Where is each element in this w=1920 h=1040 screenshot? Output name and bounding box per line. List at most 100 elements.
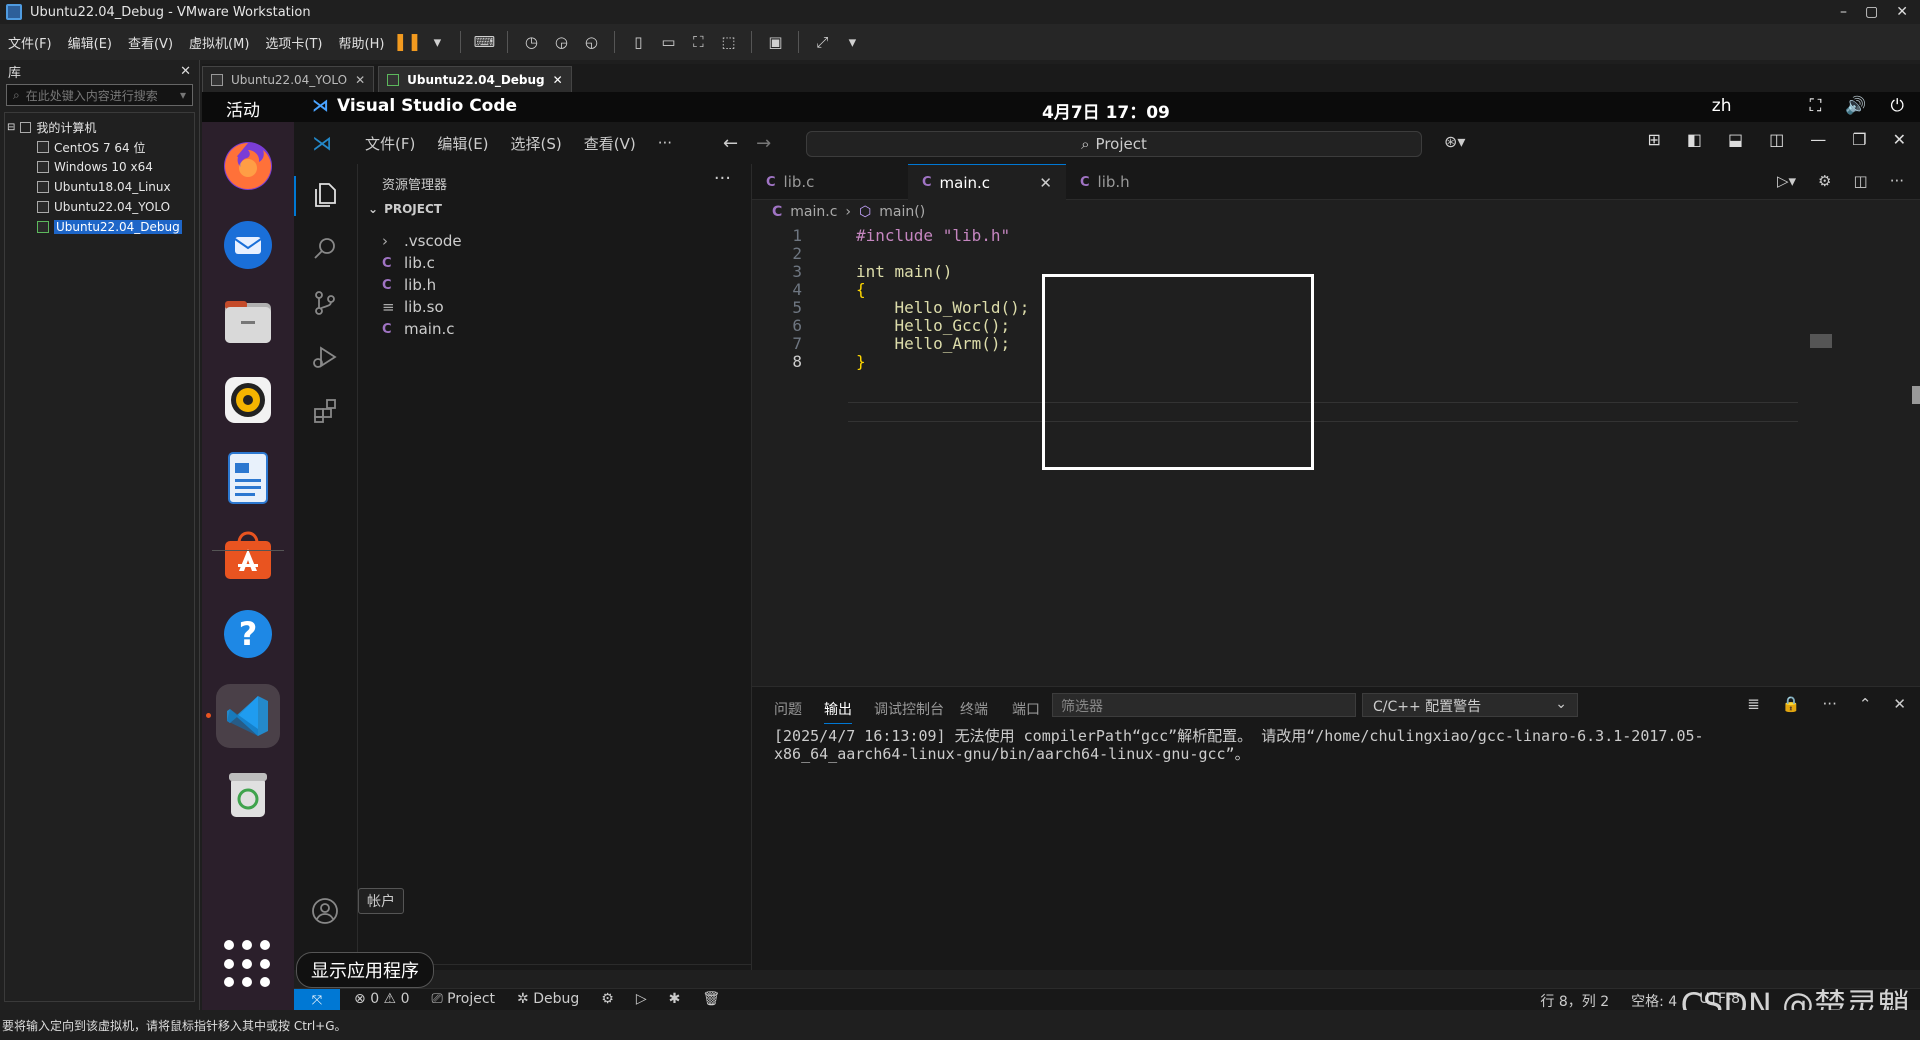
close-icon[interactable]: ✕ [1893,130,1906,149]
vm-tab[interactable]: Ubuntu22.04_YOLO ✕ [202,66,375,92]
close-panel-icon[interactable]: ✕ [1893,695,1906,713]
toggle-secondary-sidebar-icon[interactable]: ◫ [1769,130,1784,149]
library-search-input[interactable]: ⌕ 在此处键入内容进行搜索 ▾ [6,84,193,106]
minimize-icon[interactable]: – [1840,4,1847,20]
copilot-icon[interactable]: ⊛▾ [1444,132,1465,151]
menu-edit[interactable]: 编辑(E) [426,133,499,154]
cursor-position[interactable]: 行 8，列 2 [1540,991,1609,1011]
panel-tab-ports[interactable]: 端口 [1012,699,1040,719]
close-tab-icon[interactable]: ✕ [1039,174,1052,192]
close-library-icon[interactable]: ✕ [180,64,191,79]
more-actions-icon[interactable]: ··· [714,168,731,189]
more-actions-icon[interactable]: ··· [1890,172,1904,190]
minimize-icon[interactable]: — [1810,130,1826,149]
help-icon[interactable]: ? [216,602,280,666]
project-indicator[interactable]: ⎚ Project [431,991,495,1007]
layout-icon[interactable]: ⊞ [1647,130,1660,149]
firefox-icon[interactable] [216,134,280,198]
menu-selection[interactable]: 选择(S) [500,133,573,154]
tree-vm-item[interactable]: Ubuntu18.04_Linux [7,177,192,197]
dropdown-icon[interactable]: ▾ [839,29,865,55]
send-ctrl-alt-del-icon[interactable]: ⌨ [471,29,497,55]
menu-more[interactable]: ··· [647,134,683,152]
tree-file-lib-h[interactable]: Clib.h [382,274,436,296]
trash-icon[interactable]: 🗑 [702,991,720,1007]
restore-icon[interactable]: ❐ [1852,130,1866,149]
menu-view[interactable]: 查看(V) [573,133,647,154]
run-code-icon[interactable]: ▷▾ [1777,172,1796,190]
run-debug-icon[interactable] [308,340,342,374]
debug-indicator[interactable]: ✲ Debug [517,991,579,1007]
rhythmbox-icon[interactable] [216,368,280,432]
run-icon[interactable]: ▷ [636,991,647,1007]
output-channel-select[interactable]: C/C++ 配置警告 ⌄ [1362,693,1578,717]
vscode-icon[interactable] [206,684,280,748]
stretch-guest-icon[interactable]: ⤢ [809,29,835,55]
lock-icon[interactable]: 🔒 [1782,695,1801,713]
tree-file-lib-c[interactable]: Clib.c [382,252,435,274]
clear-output-icon[interactable]: ≣ [1747,695,1760,713]
tab-lib-c[interactable]: Clib.c [752,164,908,200]
problems-indicator[interactable]: ⊗ 0 ⚠ 0 [354,991,409,1007]
vm-tab-active[interactable]: Ubuntu22.04_Debug ✕ [378,66,572,92]
dropdown-icon[interactable]: ▾ [424,29,450,55]
project-section-header[interactable]: ⌄ PROJECT [368,202,442,216]
panel-tab-debug-console[interactable]: 调试控制台 [874,699,944,719]
explorer-icon[interactable] [308,178,342,212]
tree-file-main-c[interactable]: Cmain.c [382,318,455,340]
gear-icon[interactable]: ⚙ [1818,172,1831,190]
tree-vm-item[interactable]: Ubuntu22.04_YOLO [7,197,192,217]
tree-vm-item-selected[interactable]: Ubuntu22.04_Debug [7,217,192,237]
close-tab-icon[interactable]: ✕ [553,73,563,87]
console-view-icon[interactable]: ▣ [762,29,788,55]
toggle-sidebar-icon[interactable]: ◧ [1687,130,1702,149]
breadcrumb-symbol[interactable]: main() [879,204,925,220]
revert-snapshot-icon[interactable]: ◶ [548,29,574,55]
menu-edit[interactable]: 编辑(E) [60,33,120,52]
debug-icon[interactable]: ✱ [669,991,681,1007]
show-apps-button[interactable] [224,940,272,988]
more-actions-icon[interactable]: ··· [1823,695,1837,713]
panel-tab-terminal[interactable]: 终端 [960,699,988,719]
system-tray[interactable]: zh ⛶ 🔊 ⏻ [1712,96,1904,116]
thunderbird-icon[interactable] [216,212,280,276]
pause-icon[interactable]: ❚❚ [393,29,422,55]
forward-icon[interactable]: → [756,133,771,154]
tree-root[interactable]: ⊟ 我的计算机 [7,117,192,137]
tree-folder-vscode[interactable]: › .vscode [382,230,462,252]
maximize-icon[interactable]: ▢ [1865,4,1878,20]
menu-file[interactable]: 文件(F) [0,33,60,52]
menu-help[interactable]: 帮助(H) [331,33,393,52]
output-filter-input[interactable]: 筛选器 [1052,693,1356,717]
minimap[interactable] [1810,334,1832,348]
gear-icon[interactable]: ⚙ [601,991,614,1007]
unity-icon[interactable]: ⬚ [715,29,741,55]
editor-scrollbar[interactable] [1912,386,1920,404]
panel-tab-output[interactable]: 输出 [824,699,852,724]
back-icon[interactable]: ← [723,133,738,154]
clock[interactable]: 4月7日 17：09 [1042,98,1170,123]
show-library-icon[interactable]: ▯ [625,29,651,55]
snapshot-icon[interactable]: ◷ [518,29,544,55]
remote-indicator-icon[interactable]: ⤧ [294,989,340,1011]
toggle-panel-icon[interactable]: ⬓ [1728,130,1743,149]
snapshot-manager-icon[interactable]: ◵ [578,29,604,55]
fullscreen-icon[interactable]: ⛶ [685,29,711,55]
files-icon[interactable] [216,290,280,354]
menu-vm[interactable]: 虚拟机(M) [181,33,257,52]
close-icon[interactable]: ✕ [1896,4,1908,20]
focused-app-menu[interactable]: ⋊ Visual Studio Code [312,96,517,116]
panel-tab-problems[interactable]: 问题 [774,699,802,719]
maximize-panel-icon[interactable]: ⌃ [1859,695,1872,713]
code-editor[interactable]: 1 2 3 4 5 6 7 8 #include "lib.h" int mai… [752,226,1920,668]
tab-lib-h[interactable]: Clib.h [1066,164,1216,200]
indentation[interactable]: 空格: 4 [1631,991,1677,1011]
chevron-down-icon[interactable]: ▾ [180,88,186,102]
tree-vm-item[interactable]: CentOS 7 64 位 [7,137,192,157]
writer-icon[interactable] [216,446,280,510]
extensions-icon[interactable] [308,394,342,428]
menu-file[interactable]: 文件(F) [354,133,426,154]
trash-icon[interactable] [216,762,280,826]
app-center-icon[interactable] [216,524,280,588]
account-icon[interactable] [308,894,342,928]
